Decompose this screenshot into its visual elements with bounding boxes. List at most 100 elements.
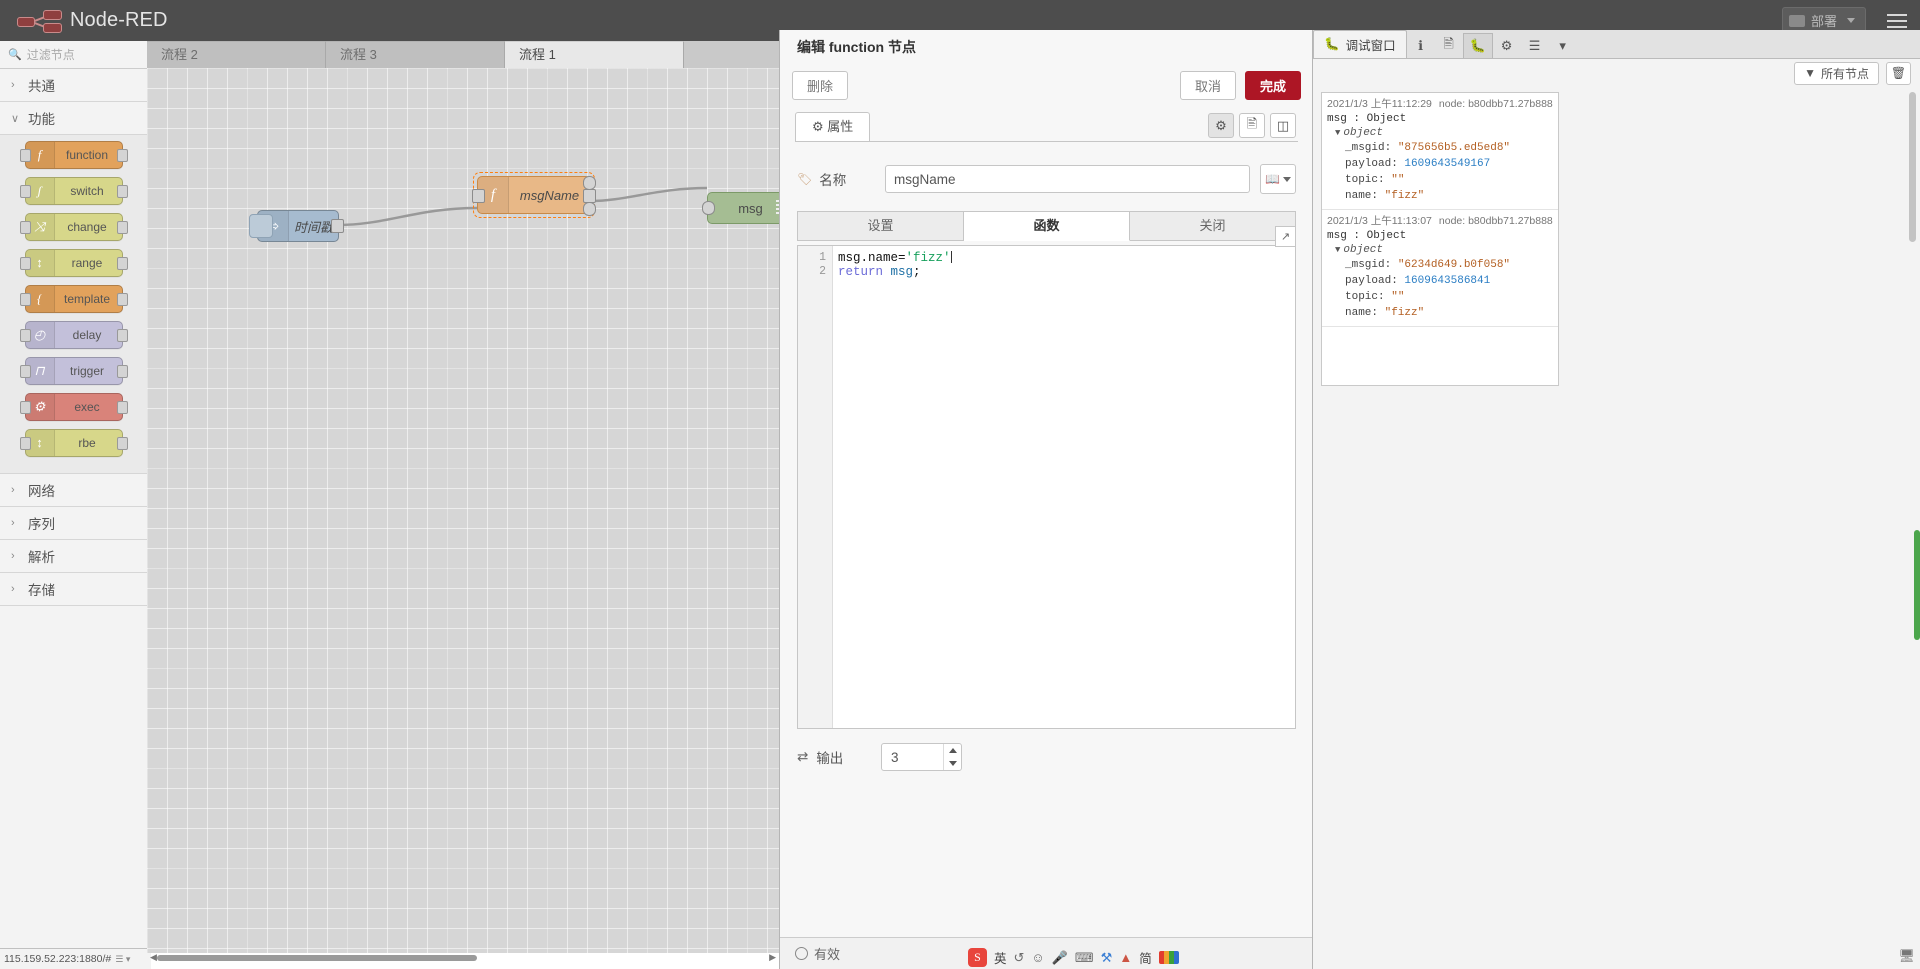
delete-button[interactable]: 删除 (792, 71, 849, 100)
debug-property-key: payload: (1345, 158, 1405, 170)
palette-node-trigger[interactable]: ⊓ trigger (19, 357, 128, 385)
palette-node-rbe[interactable]: ↕ rbe (19, 429, 128, 457)
name-input[interactable]: msgName (885, 165, 1250, 193)
palette-node-delay[interactable]: ◴ delay (19, 321, 128, 349)
palette-category-label: 存储 (28, 583, 55, 598)
chevron-icon: › (11, 550, 15, 562)
mic-icon[interactable]: 🎤 (1052, 950, 1068, 966)
stepper-down-icon[interactable] (944, 757, 961, 770)
context-icon-button[interactable]: ☰ (1521, 34, 1549, 58)
flow-tab-1[interactable]: 流程 2 (147, 41, 326, 68)
palette-node-change[interactable]: ⤨ change (19, 213, 128, 241)
debug-object-row[interactable]: ▼ object (1335, 127, 1553, 139)
palette-node-template[interactable]: {template (19, 285, 128, 313)
done-button[interactable]: 完成 (1244, 71, 1301, 100)
tools-icon[interactable]: ⚒ (1101, 950, 1113, 966)
debug-list-scrollbar[interactable] (1909, 92, 1916, 384)
clear-debug-button[interactable]: 🗑 (1886, 61, 1911, 85)
expand-icon-button[interactable]: ◫ (1270, 113, 1296, 138)
smiley-icon[interactable]: ☺ (1031, 950, 1044, 965)
caret-down-icon-button[interactable]: ▾ (1549, 34, 1577, 58)
canvas-hscrollbar[interactable]: ◀ ▶ (147, 952, 779, 963)
flow-node-function[interactable]: f msgName (472, 176, 596, 216)
inject-output-port[interactable] (331, 219, 344, 233)
ime-toggle-icon[interactable]: ↺ (1014, 950, 1025, 966)
palette-node-function[interactable]: f function (19, 141, 128, 169)
editor-tabs: ⚙ 属性 ⚙ 🖹 ◫ (795, 112, 1298, 142)
palette-category-2[interactable]: › 网络 (0, 474, 147, 507)
debug-scroll-thumb[interactable] (1909, 92, 1916, 242)
debug-node-id[interactable]: node: b80dbb71.27b888 (1439, 98, 1553, 110)
function-input-port[interactable] (472, 189, 485, 203)
inject-button[interactable] (249, 214, 273, 238)
ime-simplified-label[interactable]: 简 (1139, 948, 1152, 967)
info-icon-button[interactable]: ℹ (1407, 34, 1435, 58)
palette-node-input-port (19, 221, 31, 234)
caret-down-icon[interactable]: ▼ (1335, 128, 1340, 138)
sidebar-tab-debug[interactable]: 🐛 调试窗口 (1313, 30, 1407, 58)
monitor-icon[interactable]: 🖥 (1898, 948, 1915, 964)
cancel-button[interactable]: 取消 (1179, 71, 1236, 100)
deploy-label: 部署 (1810, 14, 1837, 29)
debug-property-key: _msgid: (1345, 142, 1398, 154)
subtab-close[interactable]: 关闭 (1130, 211, 1296, 241)
subtab-setup[interactable]: 设置 (797, 211, 964, 241)
flow-canvas[interactable]: ⇨ 时间戳 f msgName msg (147, 68, 779, 953)
palette-category-0[interactable]: › 共通 (0, 69, 147, 102)
code-token: ; (913, 265, 921, 279)
palette-node-switch[interactable]: ʃ switch (19, 177, 128, 205)
palette-category-4[interactable]: › 解析 (0, 540, 147, 573)
gear-icon-button[interactable]: ⚙ (1208, 113, 1234, 138)
hscroll-thumb[interactable] (157, 955, 477, 961)
bug-icon-button[interactable]: 🐛 (1462, 33, 1493, 58)
debug-node-id[interactable]: node: b80dbb71.27b888 (1439, 215, 1553, 227)
help-icon-button[interactable]: 🖹 (1435, 34, 1463, 58)
caret-down-icon[interactable]: ▼ (1335, 245, 1340, 255)
palette-category-3[interactable]: › 序列 (0, 507, 147, 540)
debug-input-port[interactable] (702, 201, 715, 215)
debug-object-row[interactable]: ▼ object (1335, 244, 1553, 256)
brand[interactable]: Node-RED (17, 9, 168, 33)
filter-nodes-button[interactable]: ▼ 所有节点 (1794, 61, 1879, 85)
palette-category-1[interactable]: ∨ 功能 (0, 102, 147, 135)
expression-type-dropdown[interactable]: 📖 (1260, 164, 1296, 194)
rainbow-icon[interactable] (1158, 951, 1179, 964)
debug-message[interactable]: 2021/1/3 上午11:13:07 node: b80dbb71.27b888… (1322, 210, 1558, 327)
keyboard-icon[interactable]: ⌨ (1075, 950, 1094, 966)
code-content[interactable]: msg.name='fizz' return msg; (834, 251, 1295, 279)
up-icon[interactable]: ▲ (1119, 950, 1132, 965)
flow-tab-2[interactable]: 流程 3 (326, 41, 505, 68)
tab-properties[interactable]: ⚙ 属性 (795, 112, 871, 141)
edit-dialog-footer: 有效 S 英 ↺ ☺ 🎤 ⌨ ⚒ ▲ 简 (780, 937, 1313, 969)
subtab-function[interactable]: 函数 (964, 211, 1130, 241)
palette-category-5[interactable]: › 存储 (0, 573, 147, 606)
palette-node-range[interactable]: ↕ range (19, 249, 128, 277)
expand-editor-icon[interactable]: ↗ (1275, 226, 1296, 247)
debug-message-meta: 2021/1/3 上午11:13:07 node: b80dbb71.27b888 (1327, 213, 1553, 228)
ime-mode-label[interactable]: 英 (994, 948, 1007, 967)
palette-search-input[interactable]: 🔍 过滤节点 (0, 41, 147, 69)
ime-logo-icon[interactable]: S (968, 948, 987, 967)
code-editor[interactable]: ↗ 12 msg.name='fizz' return msg; (797, 226, 1296, 729)
config-icon-button[interactable]: ⚙ (1493, 34, 1521, 58)
debug-message-list[interactable]: 2021/1/3 上午11:12:29 node: b80dbb71.27b888… (1321, 92, 1559, 386)
flow-node-debug[interactable]: msg (702, 192, 779, 224)
function-output-port-3[interactable] (583, 202, 596, 216)
debug-property-value: 1609643549167 (1404, 158, 1491, 170)
flow-tab-3[interactable]: 流程 1 (505, 41, 684, 68)
document-icon-button[interactable]: 🖹 (1239, 113, 1265, 138)
page-scroll-thumb[interactable] (1914, 530, 1920, 640)
code-line[interactable]: return msg; (834, 265, 1295, 279)
palette-node-exec[interactable]: ⚙ exec (19, 393, 128, 421)
stepper-up-icon[interactable] (944, 744, 961, 757)
function-output-port-1[interactable] (583, 176, 596, 190)
palette-node-input-port (19, 257, 31, 270)
enabled-toggle[interactable]: 有效 (795, 944, 840, 963)
debug-message[interactable]: 2021/1/3 上午11:12:29 node: b80dbb71.27b888… (1322, 93, 1558, 210)
outputs-stepper[interactable]: 3 (881, 743, 962, 771)
function-output-port-2[interactable] (583, 189, 596, 203)
scroll-right-icon[interactable]: ▶ (769, 952, 776, 963)
code-line[interactable]: msg.name='fizz' (834, 251, 1295, 265)
palette-node-label: exec (74, 400, 100, 414)
stepper-arrows[interactable] (943, 744, 961, 770)
